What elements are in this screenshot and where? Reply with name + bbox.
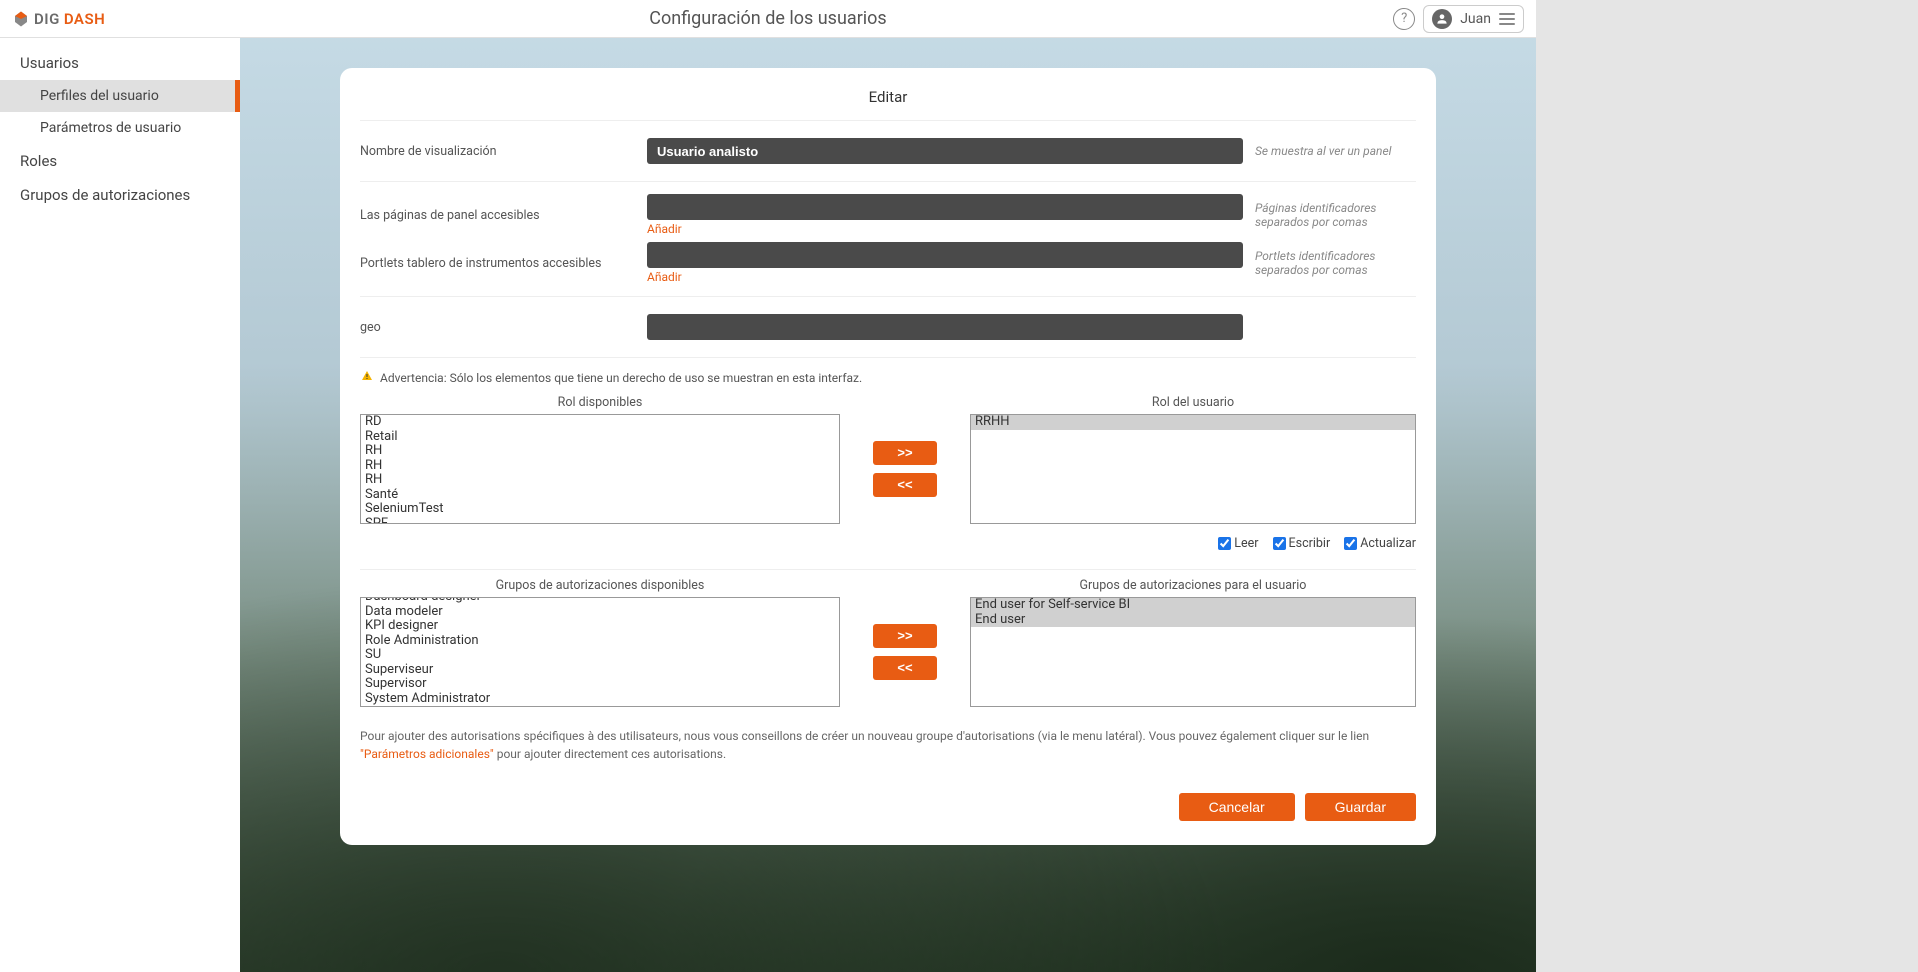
roles-available-listbox[interactable]: RDRetailRHRHRHSantéSeleniumTestSPF	[360, 414, 840, 524]
pages-add-link[interactable]: Añadir	[647, 222, 1243, 236]
header: DIGDASH Configuración de los usuarios ? …	[0, 0, 1536, 38]
list-item[interactable]: End user	[971, 613, 1415, 628]
check-update-input[interactable]	[1344, 537, 1357, 550]
list-item[interactable]: RD	[361, 415, 839, 430]
sidebar-item-roles[interactable]: Roles	[0, 144, 240, 178]
groups-add-button[interactable]: >>	[873, 624, 937, 648]
logo-text-dig: DIG	[34, 10, 60, 28]
logo-text-dash: DASH	[64, 10, 105, 28]
groups-remove-button[interactable]: <<	[873, 656, 937, 680]
list-item[interactable]: RH	[361, 473, 839, 488]
hamburger-icon	[1499, 13, 1515, 25]
list-item[interactable]: System Administrator	[361, 692, 839, 707]
roles-user-header: Rol del usuario	[970, 395, 1416, 414]
save-button[interactable]: Guardar	[1305, 793, 1416, 821]
user-name: Juan	[1460, 11, 1491, 27]
sidebar: Usuarios Perfiles del usuario Parámetros…	[0, 38, 240, 972]
additional-params-link[interactable]: "Parámetros adicionales"	[360, 747, 494, 761]
roles-remove-button[interactable]: <<	[873, 473, 937, 497]
display-name-input[interactable]	[647, 138, 1243, 164]
list-item[interactable]: RRHH	[971, 415, 1415, 430]
portlets-input[interactable]	[647, 242, 1243, 268]
list-item[interactable]: SeleniumTest	[361, 502, 839, 517]
geo-input[interactable]	[647, 314, 1243, 340]
check-read[interactable]: Leer	[1218, 536, 1258, 551]
main-content: Editar Nombre de visualización Se muestr…	[240, 38, 1536, 972]
roles-permissions: Leer Escribir Actualizar	[360, 532, 1416, 561]
roles-user-listbox[interactable]: RRHH	[970, 414, 1416, 524]
page-title: Configuración de los usuarios	[649, 8, 886, 29]
list-item[interactable]: KPI designer	[361, 619, 839, 634]
help-icon[interactable]: ?	[1393, 8, 1415, 30]
portlets-label: Portlets tablero de instrumentos accesib…	[360, 256, 635, 271]
pages-input[interactable]	[647, 194, 1243, 220]
avatar-icon	[1432, 9, 1452, 29]
list-item[interactable]: SU	[361, 648, 839, 663]
edit-panel: Editar Nombre de visualización Se muestr…	[340, 68, 1436, 845]
logo[interactable]: DIGDASH	[12, 10, 105, 28]
list-item[interactable]: RH	[361, 444, 839, 459]
display-name-label: Nombre de visualización	[360, 144, 635, 159]
check-read-input[interactable]	[1218, 537, 1231, 550]
sidebar-item-grupos[interactable]: Grupos de autorizaciones	[0, 178, 240, 212]
portlets-add-link[interactable]: Añadir	[647, 270, 1243, 284]
list-item[interactable]: RH	[361, 459, 839, 474]
warning-icon	[360, 370, 374, 385]
list-item[interactable]: Retail	[361, 430, 839, 445]
display-name-hint: Se muestra al ver un panel	[1255, 144, 1416, 158]
groups-available-listbox[interactable]: Dashboard designerData modelerKPI design…	[360, 597, 840, 707]
pages-label: Las páginas de panel accesibles	[360, 208, 635, 223]
roles-available-header: Rol disponibles	[360, 395, 840, 414]
cancel-button[interactable]: Cancelar	[1179, 793, 1295, 821]
groups-available-header: Grupos de autorizaciones disponibles	[360, 578, 840, 597]
warning-row: Advertencia: Sólo los elementos que tien…	[360, 357, 1416, 395]
list-item[interactable]: End user for Self-service BI	[971, 598, 1415, 613]
logo-icon	[12, 10, 30, 28]
list-item[interactable]: Data modeler	[361, 605, 839, 620]
list-item[interactable]: SPF	[361, 517, 839, 525]
portlets-hint: Portlets identificadores separados por c…	[1255, 249, 1416, 277]
roles-section: Rol disponibles RDRetailRHRHRHSantéSelen…	[360, 395, 1416, 524]
groups-section: Grupos de autorizaciones disponibles Das…	[360, 578, 1416, 707]
check-write[interactable]: Escribir	[1273, 536, 1331, 551]
panel-title: Editar	[360, 88, 1416, 106]
sidebar-item-usuarios[interactable]: Usuarios	[0, 46, 240, 80]
groups-user-header: Grupos de autorizaciones para el usuario	[970, 578, 1416, 597]
check-write-input[interactable]	[1273, 537, 1286, 550]
sidebar-item-perfiles[interactable]: Perfiles del usuario	[0, 80, 240, 112]
geo-label: geo	[360, 320, 635, 335]
list-item[interactable]: Superviseur	[361, 663, 839, 678]
list-item[interactable]: Role Administration	[361, 634, 839, 649]
sidebar-item-parametros[interactable]: Parámetros de usuario	[0, 112, 240, 144]
list-item[interactable]: Supervisor	[361, 677, 839, 692]
pages-hint: Páginas identificadores separados por co…	[1255, 201, 1416, 229]
roles-add-button[interactable]: >>	[873, 441, 937, 465]
info-text: Pour ajouter des autorisations spécifiqu…	[360, 715, 1416, 763]
list-item[interactable]: Santé	[361, 488, 839, 503]
warning-text: Advertencia: Sólo los elementos que tien…	[380, 371, 862, 385]
check-update[interactable]: Actualizar	[1344, 536, 1416, 551]
user-menu[interactable]: Juan	[1423, 5, 1524, 33]
groups-user-listbox[interactable]: End user for Self-service BIEnd user	[970, 597, 1416, 707]
